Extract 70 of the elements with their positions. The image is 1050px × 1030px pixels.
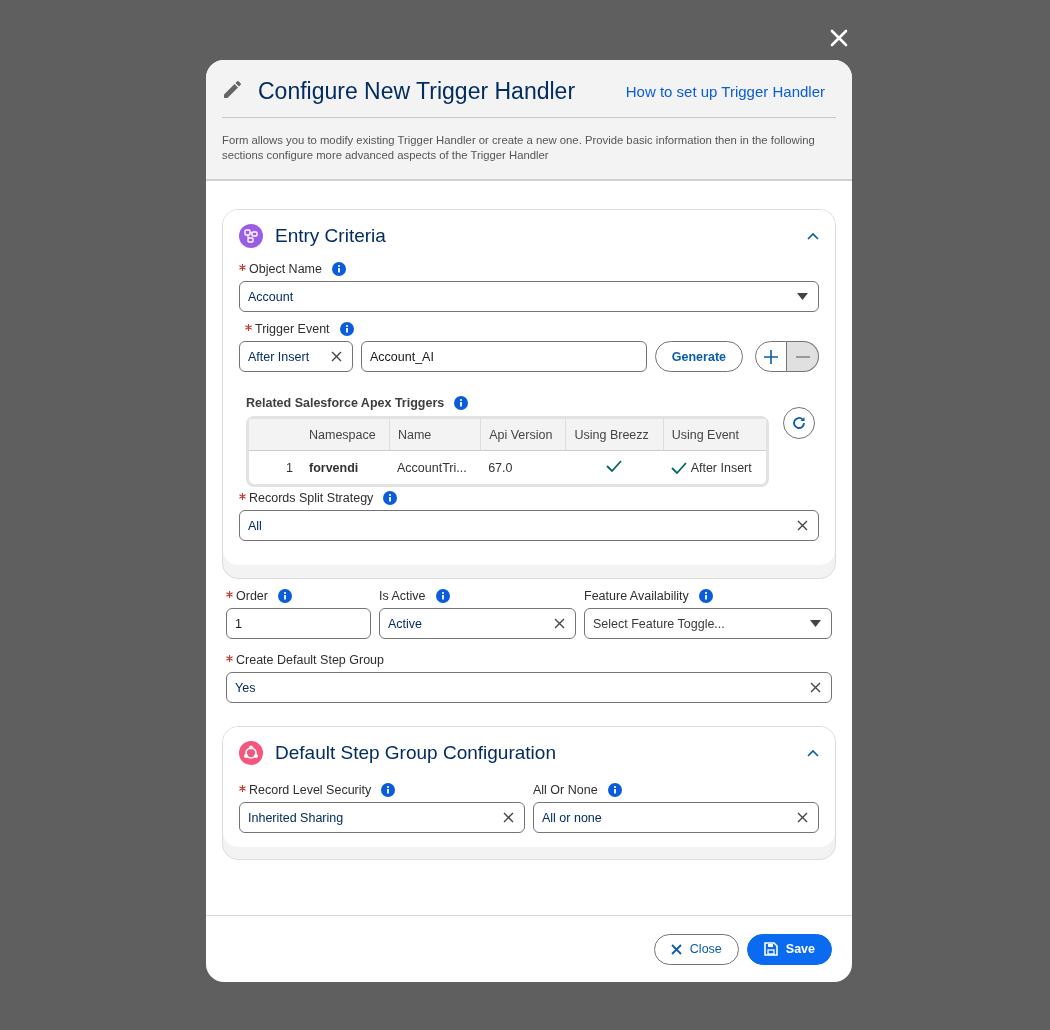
field-label: All Or None <box>533 783 598 797</box>
dialog-title: Configure New Trigger Handler <box>258 78 577 105</box>
nodes-icon <box>239 224 263 248</box>
split-strategy-combobox[interactable]: All <box>239 510 819 541</box>
close-icon[interactable] <box>830 29 848 47</box>
row-number: 1 <box>285 459 294 477</box>
close-button[interactable]: Close <box>653 933 739 965</box>
info-icon[interactable] <box>331 262 346 276</box>
info-icon[interactable] <box>454 396 469 410</box>
clear-icon[interactable] <box>503 812 514 823</box>
required-icon <box>239 784 246 792</box>
refresh-icon <box>792 416 806 430</box>
clear-icon[interactable] <box>554 618 565 629</box>
field-label: Create Default Step Group <box>236 653 384 667</box>
info-icon[interactable] <box>383 491 398 505</box>
clear-icon[interactable] <box>810 682 821 693</box>
table-title: Related Salesforce Apex Triggers <box>246 396 445 410</box>
field-label: Order <box>236 589 268 603</box>
group-icon <box>239 741 263 765</box>
combobox-field[interactable]: Inherited Sharing <box>239 802 525 833</box>
plus-icon <box>764 349 778 364</box>
dropdown-caret-icon <box>810 620 821 627</box>
dropdown-caret-icon <box>797 293 808 300</box>
column-header: Using Breezz <box>565 419 663 451</box>
required-icon <box>239 263 246 271</box>
table-cell-text: forvendi <box>308 459 360 477</box>
column-header: Using Event <box>662 419 766 451</box>
refresh-button[interactable] <box>783 407 815 439</box>
info-icon[interactable] <box>698 589 713 603</box>
chevron-icon[interactable] <box>807 232 819 240</box>
input-field[interactable]: 1 <box>226 608 371 639</box>
info-icon[interactable] <box>435 589 450 603</box>
field-label: Trigger Event <box>255 322 330 336</box>
generate-button[interactable]: Generate <box>654 341 743 372</box>
table-cell: After Insert <box>690 460 752 475</box>
object-name-dropdown[interactable]: Account <box>239 281 819 312</box>
dialog-description: Form allows you to modify existing Trigger Handler or create a new one. Provide basic information then in the following sections configure more advanced aspects of the Trigger Handler <box>222 133 816 163</box>
help-link[interactable]: How to set up Trigger Handler <box>625 83 825 100</box>
info-icon[interactable] <box>277 589 292 603</box>
table-cell-text: AccountTri... <box>395 459 468 477</box>
close-icon <box>670 943 682 955</box>
required-icon <box>239 492 246 500</box>
info-icon[interactable] <box>339 322 354 336</box>
trigger-event-combobox[interactable]: After Insert <box>239 341 353 372</box>
combobox-field[interactable]: Yes <box>226 672 832 703</box>
clear-icon[interactable] <box>331 351 342 362</box>
minus-icon <box>795 355 810 358</box>
chevron-icon[interactable] <box>807 749 819 757</box>
dropdown-field[interactable]: Select Feature Toggle... <box>584 608 832 639</box>
clear-icon[interactable] <box>797 812 808 823</box>
section-title: Entry Criteria <box>275 225 387 247</box>
field-label: Object Name <box>249 262 322 276</box>
info-icon[interactable] <box>381 783 396 797</box>
info-icon[interactable] <box>607 783 622 797</box>
field-label: Is Active <box>379 589 426 603</box>
table-cell-text: 67.0 <box>487 459 514 477</box>
section-title: Default Step Group Configuration <box>275 742 557 764</box>
handler-name-input[interactable]: Account_AI <box>361 341 647 372</box>
field-label: Record Level Security <box>249 783 372 797</box>
column-header: Namespace <box>301 419 389 451</box>
required-icon <box>245 323 252 331</box>
column-header: Name <box>388 419 481 451</box>
combobox-field[interactable]: Active <box>379 608 576 639</box>
field-label: Feature Availability <box>584 589 689 603</box>
clear-icon[interactable] <box>797 520 808 531</box>
combobox-field[interactable]: All or none <box>533 802 819 833</box>
column-header: Api Version <box>480 419 566 451</box>
add-button[interactable] <box>755 341 787 372</box>
save-button[interactable]: Save <box>746 933 832 965</box>
field-label: Records Split Strategy <box>249 491 374 505</box>
